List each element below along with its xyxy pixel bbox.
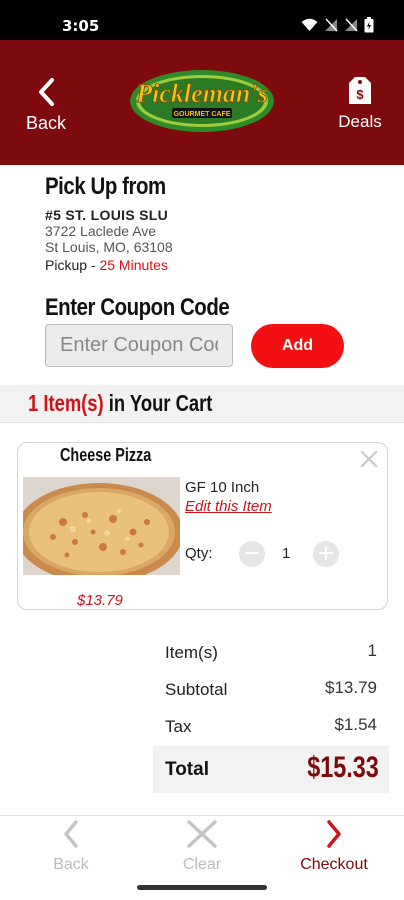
wifi-icon bbox=[301, 18, 318, 31]
deals-label: Deals bbox=[338, 112, 382, 131]
item-size: GF 10 Inch bbox=[185, 479, 260, 496]
price-tag-icon: $ bbox=[349, 77, 371, 104]
pickup-title: Pick Up from bbox=[45, 173, 166, 200]
close-icon[interactable] bbox=[357, 447, 381, 471]
header-back-label: Back bbox=[25, 113, 67, 133]
summary-subtotal-row: Subtotal $13.79 bbox=[153, 672, 389, 709]
cart-title: 1 Item(s) in Your Cart bbox=[28, 390, 212, 417]
deals-button[interactable]: $ Deals bbox=[332, 73, 388, 132]
coupon-input[interactable] bbox=[45, 324, 233, 367]
bottom-nav: Back Clear Checkout bbox=[0, 815, 404, 885]
checkout-label: Checkout bbox=[300, 856, 368, 873]
header-back-button[interactable]: Back bbox=[22, 78, 70, 134]
store-address-line1: 3722 Laclede Ave bbox=[45, 223, 157, 239]
picklemans-logo: Pickleman's GOURMET CAFE bbox=[128, 68, 276, 134]
total-value: $15.33 bbox=[307, 751, 379, 784]
pickup-minutes: 25 Minutes bbox=[99, 257, 168, 273]
item-price: $13.79 bbox=[77, 592, 123, 609]
total-label: Total bbox=[165, 759, 209, 780]
qty-decrement-button[interactable]: − bbox=[239, 541, 265, 567]
signal-icon-2 bbox=[345, 18, 358, 32]
clear-label: Clear bbox=[182, 856, 222, 873]
bottom-back-label: Back bbox=[53, 856, 89, 873]
gesture-bar bbox=[137, 885, 267, 890]
summary-total-row: Total $15.33 bbox=[153, 746, 389, 793]
status-time: 3:05 bbox=[62, 17, 100, 35]
battery-icon bbox=[364, 17, 374, 33]
chevron-left-icon bbox=[39, 78, 54, 106]
subtotal-value: $13.79 bbox=[325, 678, 377, 697]
tax-value: $1.54 bbox=[334, 715, 377, 734]
bottom-back-button[interactable]: Back bbox=[21, 816, 121, 874]
items-label: Item(s) bbox=[165, 643, 218, 662]
checkout-button[interactable]: Checkout bbox=[284, 816, 384, 874]
app-header: Back Pickleman's GOURMET CAFE $ Deals bbox=[0, 40, 404, 165]
chevron-right-icon bbox=[327, 820, 341, 848]
summary-items-row: Item(s) 1 bbox=[153, 635, 389, 672]
store-address-line2: St Louis, MO, 63108 bbox=[45, 239, 173, 255]
signal-icon bbox=[325, 18, 338, 32]
items-value: 1 bbox=[367, 641, 377, 660]
qty-value: 1 bbox=[282, 545, 291, 562]
tax-label: Tax bbox=[165, 717, 192, 736]
edit-item-link[interactable]: Edit this Item bbox=[185, 498, 272, 515]
cart-item-card: Cheese Pizza GF 10 Inch Edit this Item Q… bbox=[17, 442, 388, 610]
cart-header: 1 Item(s) in Your Cart bbox=[0, 385, 404, 423]
close-icon bbox=[187, 820, 217, 848]
item-name: Cheese Pizza bbox=[60, 445, 152, 465]
store-name: #5 ST. LOUIS SLU bbox=[45, 207, 169, 223]
svg-text:$: $ bbox=[356, 87, 364, 102]
coupon-title: Enter Coupon Code bbox=[45, 294, 230, 321]
cart-count: 1 Item(s) bbox=[28, 390, 104, 416]
pickup-section: Pick Up from #5 ST. LOUIS SLU 3722 Lacle… bbox=[45, 173, 385, 273]
add-coupon-button[interactable]: Add bbox=[251, 324, 344, 368]
cart-title-text: in Your Cart bbox=[103, 390, 213, 416]
status-bar: 3:05 bbox=[0, 0, 404, 40]
logo-subtitle: GOURMET CAFE bbox=[174, 111, 231, 118]
logo-title: Pickleman's bbox=[135, 79, 267, 108]
summary-tax-row: Tax $1.54 bbox=[153, 709, 389, 746]
chevron-left-icon bbox=[64, 820, 78, 848]
pickup-label: Pickup - bbox=[45, 257, 100, 273]
subtotal-label: Subtotal bbox=[165, 680, 228, 699]
qty-increment-button[interactable]: + bbox=[313, 541, 339, 567]
status-icons bbox=[301, 17, 374, 33]
clear-button[interactable]: Clear bbox=[152, 816, 252, 874]
qty-label: Qty: bbox=[185, 545, 213, 562]
pickup-time: Pickup - 25 Minutes bbox=[45, 257, 385, 273]
order-summary: Item(s) 1 Subtotal $13.79 Tax $1.54 Tota… bbox=[153, 635, 389, 793]
pizza-image bbox=[23, 477, 180, 575]
